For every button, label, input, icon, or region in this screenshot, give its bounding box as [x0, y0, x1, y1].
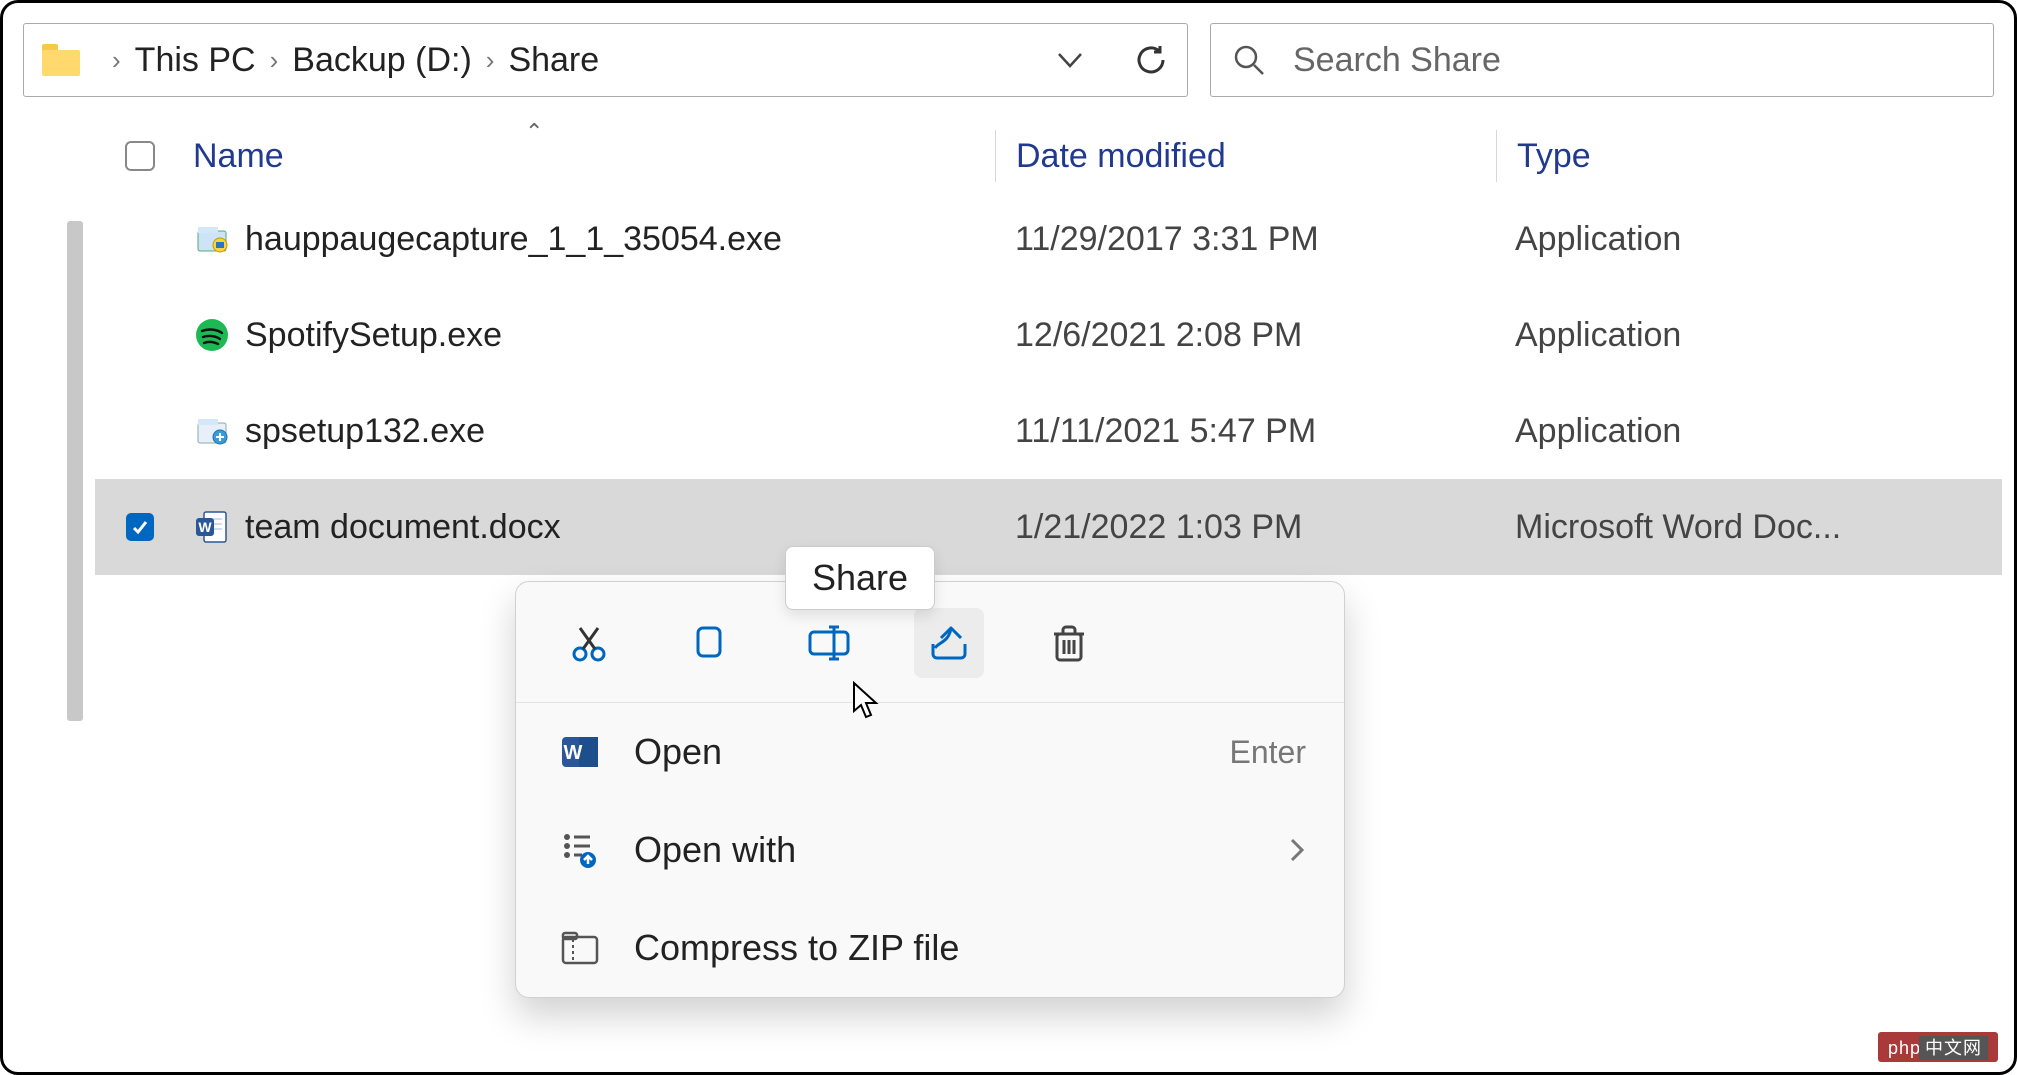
watermark: php中文网 — [1878, 1032, 1998, 1062]
file-type: Application — [1495, 412, 2002, 451]
search-box[interactable]: Search Share — [1210, 23, 1994, 97]
column-header-name[interactable]: ⌃ Name — [185, 137, 995, 176]
tooltip-share: Share — [785, 546, 935, 610]
menu-item-accelerator: Enter — [1230, 734, 1306, 771]
word-app-icon: W — [554, 731, 606, 773]
file-name: hauppaugecapture_1_1_35054.exe — [245, 220, 782, 259]
file-type: Application — [1495, 316, 2002, 355]
exe-installer-icon — [193, 220, 231, 258]
menu-item-open-with[interactable]: Open with — [516, 801, 1344, 899]
menu-item-open[interactable]: W Open Enter — [516, 703, 1344, 801]
zip-folder-icon — [554, 929, 606, 967]
breadcrumb-item[interactable]: This PC — [135, 41, 256, 80]
spotify-icon — [193, 316, 231, 354]
file-date: 11/29/2017 3:31 PM — [995, 220, 1495, 259]
file-type: Microsoft Word Doc... — [1495, 508, 2002, 547]
history-dropdown[interactable] — [1055, 50, 1085, 70]
file-row[interactable]: spsetup132.exe 11/11/2021 5:47 PM Applic… — [95, 383, 2002, 479]
breadcrumb-bar[interactable]: › This PC › Backup (D:) › Share — [23, 23, 1188, 97]
word-doc-icon: W — [193, 508, 231, 546]
file-date: 11/11/2021 5:47 PM — [995, 412, 1495, 451]
folder-icon — [42, 44, 80, 76]
svg-text:W: W — [564, 742, 583, 764]
file-row[interactable]: SpotifySetup.exe 12/6/2021 2:08 PM Appli… — [95, 287, 2002, 383]
search-icon — [1233, 44, 1265, 76]
chevron-right-icon: › — [486, 45, 495, 76]
open-with-icon — [554, 830, 606, 870]
rename-button[interactable] — [794, 608, 864, 678]
nav-pane-edge — [15, 121, 95, 575]
breadcrumb-item[interactable]: Backup (D:) — [292, 41, 472, 80]
menu-item-label: Open — [634, 731, 1230, 773]
breadcrumb-item[interactable]: Share — [508, 41, 599, 80]
column-header-date[interactable]: Date modified — [996, 137, 1496, 176]
column-header-type[interactable]: Type — [1497, 137, 2002, 176]
chevron-right-icon: › — [112, 45, 121, 76]
share-button[interactable] — [914, 608, 984, 678]
file-date: 12/6/2021 2:08 PM — [995, 316, 1495, 355]
context-menu: W Open Enter Open with Compress to ZIP f… — [515, 581, 1345, 998]
menu-item-compress-zip[interactable]: Compress to ZIP file — [516, 899, 1344, 997]
svg-text:W: W — [198, 519, 212, 535]
file-name: spsetup132.exe — [245, 412, 485, 451]
exe-installer-icon — [193, 412, 231, 450]
file-date: 1/21/2022 1:03 PM — [995, 508, 1495, 547]
delete-button[interactable] — [1034, 608, 1104, 678]
file-type: Application — [1495, 220, 2002, 259]
chevron-right-icon: › — [270, 45, 279, 76]
scrollbar-thumb[interactable] — [67, 221, 83, 721]
submenu-chevron-icon — [1288, 836, 1306, 864]
column-headers: ⌃ Name Date modified Type — [95, 121, 2002, 191]
file-name: team document.docx — [245, 508, 561, 547]
file-name: SpotifySetup.exe — [245, 316, 502, 355]
menu-item-label: Compress to ZIP file — [634, 927, 1306, 969]
refresh-button[interactable] — [1133, 42, 1169, 78]
file-row[interactable]: W team document.docx 1/21/2022 1:03 PM M… — [95, 479, 2002, 575]
copy-button[interactable] — [674, 608, 744, 678]
file-row[interactable]: hauppaugecapture_1_1_35054.exe 11/29/201… — [95, 191, 2002, 287]
mouse-cursor-icon — [850, 681, 882, 721]
cut-button[interactable] — [554, 608, 624, 678]
context-menu-quick-actions — [516, 598, 1344, 703]
search-placeholder: Search Share — [1293, 41, 1501, 80]
address-toolbar: › This PC › Backup (D:) › Share Search S… — [23, 23, 1994, 97]
row-checkbox-checked[interactable] — [126, 513, 154, 541]
select-all-checkbox[interactable] — [125, 141, 155, 171]
menu-item-label: Open with — [634, 829, 1288, 871]
sort-ascending-icon: ⌃ — [525, 119, 543, 145]
